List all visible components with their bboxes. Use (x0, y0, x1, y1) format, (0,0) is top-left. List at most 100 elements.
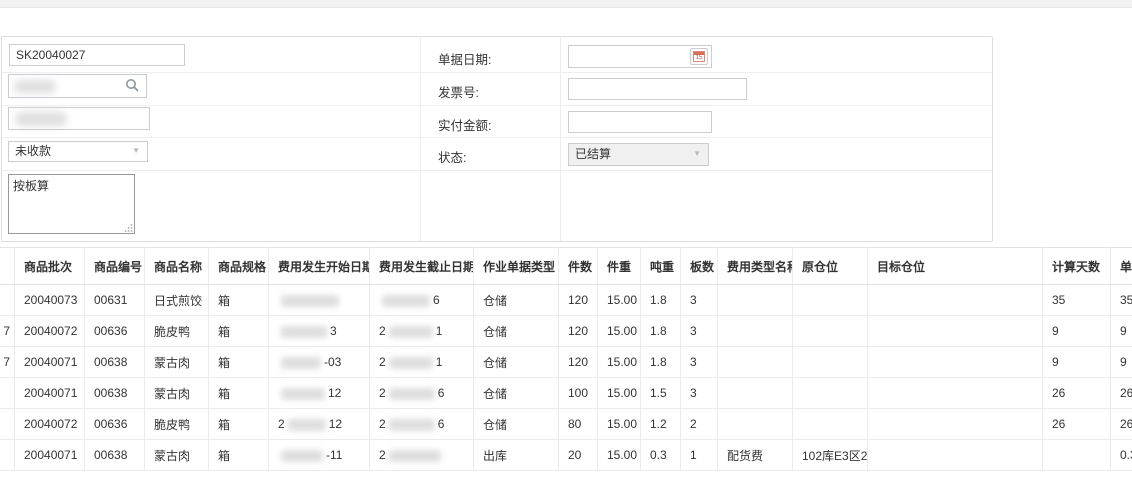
row-divider (2, 137, 992, 138)
row-divider (2, 170, 992, 171)
cell-calc_days: 35 (1043, 285, 1111, 316)
cell-hidden (0, 378, 15, 409)
col-header-piece_weight: 件重 (598, 248, 641, 285)
table-row[interactable]: 2004007300631日式煎饺箱6仓储12015.001.833535 (0, 285, 1132, 316)
cell-fee_type: 配货费 (718, 440, 793, 471)
cell-origin_slot (793, 285, 868, 316)
cell-batch: 20040071 (15, 378, 85, 409)
masked-date (389, 419, 435, 431)
cell-origin_slot (793, 378, 868, 409)
table-row[interactable]: 72004007200636脆皮鸭箱321仓储12015.001.8399 (0, 316, 1132, 347)
status-select[interactable]: 已结算 ▼ (568, 143, 709, 166)
payment-status-select[interactable]: 未收款 ▼ (8, 141, 148, 162)
status-label: 状态: (438, 147, 466, 166)
fee-settlement-form: 未收款 ▼ 按板算 单据日期: 发票号: 实付金额: 状态: 15 已结算 ▼ (1, 36, 993, 242)
invoice-label: 发票号: (438, 82, 479, 101)
top-window-strip (0, 0, 1132, 8)
cell-fee_type (718, 409, 793, 440)
masked-text (14, 80, 56, 93)
cell-origin_slot (793, 316, 868, 347)
remark-text: 按板算 (13, 179, 49, 193)
cell-origin_slot (793, 347, 868, 378)
cell-doc_type: 仓储 (474, 316, 559, 347)
cell-hidden: 7 (0, 347, 15, 378)
cell-start_date: -03 (269, 347, 370, 378)
cell-pallets: 3 (681, 378, 718, 409)
cell-name: 脆皮鸭 (145, 316, 209, 347)
resize-handle-icon[interactable] (124, 223, 133, 232)
cell-batch: 20040072 (15, 316, 85, 347)
row-divider (2, 72, 992, 73)
cell-pallets: 2 (681, 409, 718, 440)
table-row[interactable]: 2004007200636脆皮鸭箱21226仓储8015.001.222626 (0, 409, 1132, 440)
cell-piece_weight: 15.00 (598, 409, 641, 440)
cell-tonnage: 1.8 (641, 316, 681, 347)
remark-textarea[interactable]: 按板算 (8, 174, 135, 234)
col-header-end_date: 费用发生截止日期 (370, 248, 474, 285)
masked-date (389, 450, 441, 462)
cell-pallets: 3 (681, 347, 718, 378)
table-row[interactable]: 72004007100638蒙古肉箱-0321仓储12015.001.8399 (0, 347, 1132, 378)
fee-detail-table-wrap: 商品批次商品编号商品名称商品规格费用发生开始日期费用发生截止日期作业单据类型件数… (0, 247, 1132, 479)
doc-number-input[interactable] (9, 44, 185, 66)
cell-end_date: 26 (370, 409, 474, 440)
cell-code: 00638 (85, 347, 145, 378)
masked-date (389, 388, 435, 400)
cell-unit_price: 26 (1111, 409, 1132, 440)
masked-text (15, 112, 67, 126)
chevron-down-icon: ▼ (132, 140, 140, 159)
cell-target_slot (868, 440, 1043, 471)
calendar-icon[interactable]: 15 (690, 48, 708, 65)
cell-end_date: 2 (370, 440, 474, 471)
cell-doc_type: 仓储 (474, 285, 559, 316)
cell-piece_weight: 15.00 (598, 285, 641, 316)
cell-unit_price: 35 (1111, 285, 1132, 316)
cell-pieces: 120 (559, 285, 598, 316)
cell-pieces: 120 (559, 316, 598, 347)
col-header-unit_price: 单价 (1111, 248, 1132, 285)
cell-hidden (0, 285, 15, 316)
cell-pallets: 3 (681, 316, 718, 347)
cell-fee_type (718, 378, 793, 409)
calendar-glyph: 15 (693, 51, 705, 62)
cell-start_date: 12 (269, 378, 370, 409)
paid-amount-input[interactable] (568, 111, 712, 133)
cell-unit_price: 9 (1111, 316, 1132, 347)
cell-start_date: -11 (269, 440, 370, 471)
cell-origin_slot (793, 409, 868, 440)
cell-end_date: 21 (370, 347, 474, 378)
cell-spec: 箱 (209, 347, 269, 378)
col-header-calc_days: 计算天数 (1043, 248, 1111, 285)
table-row[interactable]: 2004007100638蒙古肉箱1226仓储10015.001.532626 (0, 378, 1132, 409)
invoice-number-input[interactable] (568, 78, 747, 100)
cell-tonnage: 1.8 (641, 347, 681, 378)
customer-lookup-input[interactable] (8, 74, 147, 98)
masked-date (389, 326, 433, 338)
cell-calc_days: 26 (1043, 409, 1111, 440)
masked-field-input[interactable] (8, 107, 150, 130)
cell-code: 00631 (85, 285, 145, 316)
cell-unit_price: 0.3 (1111, 440, 1132, 471)
cell-spec: 箱 (209, 409, 269, 440)
status-value: 已结算 (575, 147, 611, 161)
cell-piece_weight: 15.00 (598, 440, 641, 471)
cell-unit_price: 26 (1111, 378, 1132, 409)
cell-code: 00636 (85, 409, 145, 440)
doc-date-input[interactable]: 15 (568, 45, 712, 68)
cell-spec: 箱 (209, 285, 269, 316)
search-icon[interactable] (124, 78, 140, 94)
cell-code: 00638 (85, 440, 145, 471)
table-row[interactable]: 2004007100638蒙古肉箱-112出库2015.000.31配货费102… (0, 440, 1132, 471)
cell-tonnage: 1.8 (641, 285, 681, 316)
cell-hidden (0, 409, 15, 440)
cell-spec: 箱 (209, 316, 269, 347)
cell-calc_days: 9 (1043, 347, 1111, 378)
cell-pieces: 120 (559, 347, 598, 378)
cell-batch: 20040071 (15, 347, 85, 378)
cell-name: 蒙古肉 (145, 440, 209, 471)
col-header-name: 商品名称 (145, 248, 209, 285)
fee-detail-table: 商品批次商品编号商品名称商品规格费用发生开始日期费用发生截止日期作业单据类型件数… (0, 247, 1132, 471)
cell-hidden: 7 (0, 316, 15, 347)
masked-date (281, 326, 327, 338)
cell-start_date: 212 (269, 409, 370, 440)
